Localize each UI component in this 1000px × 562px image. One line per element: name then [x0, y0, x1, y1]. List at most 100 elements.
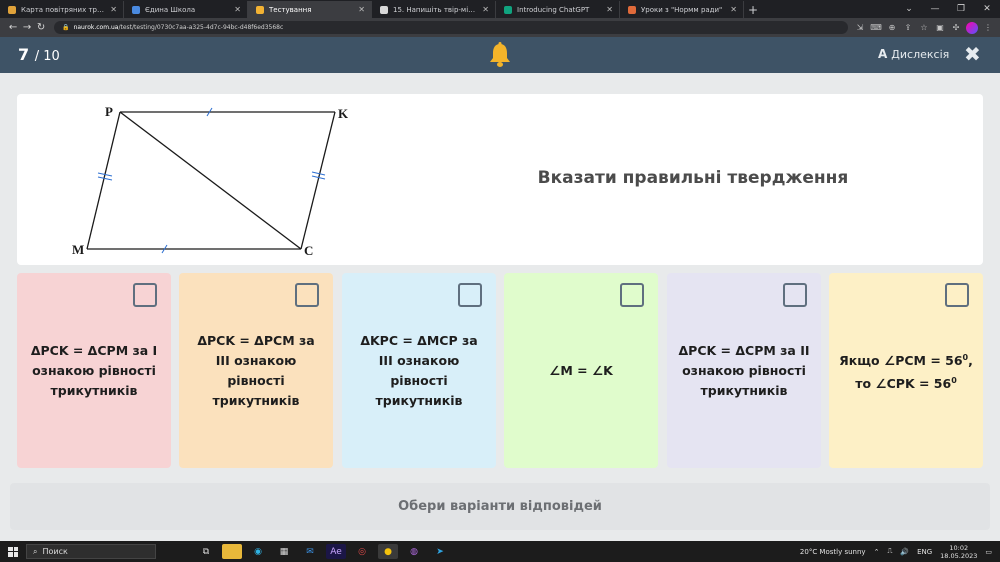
question-text: Вказати правильні твердження — [537, 168, 849, 188]
taskbar-apps: ⧉ ◉ ▦ ✉ Ae ◎ ● ◍ ➤ — [196, 544, 450, 559]
start-button[interactable] — [0, 546, 26, 557]
answer-option-4[interactable]: ∠M = ∠K — [504, 273, 658, 468]
store-icon[interactable]: ▦ — [274, 544, 294, 559]
install-icon[interactable]: ⇲ — [854, 22, 866, 34]
tab-lessons[interactable]: Уроки з "Нормм ради" ✕ — [620, 1, 744, 18]
answer-text: ∠M = ∠K — [549, 363, 613, 378]
task-view-icon[interactable]: ⧉ — [196, 544, 216, 559]
close-tab-icon[interactable]: ✕ — [234, 5, 241, 14]
minimize-icon[interactable]: — — [922, 0, 948, 18]
browser-tab-bar: Карта повітряних тривог Україн ✕ Єдина Ш… — [0, 0, 1000, 18]
date: 18.05.2023 — [940, 551, 978, 560]
chrome-icon[interactable]: ● — [378, 544, 398, 559]
new-tab-button[interactable]: + — [744, 1, 762, 18]
maximize-icon[interactable]: ❐ — [948, 0, 974, 18]
bell-icon[interactable] — [489, 42, 511, 68]
total-questions: / 10 — [34, 49, 60, 64]
close-tab-icon[interactable]: ✕ — [730, 5, 737, 14]
file-explorer-icon[interactable] — [222, 544, 242, 559]
tab-single-school[interactable]: Єдина Школа ✕ — [124, 1, 248, 18]
answer-option-5[interactable]: ΔPCK = ΔCPM за II ознакою рівності трику… — [667, 273, 821, 468]
tab-favicon — [504, 5, 512, 14]
translate-icon[interactable]: ⌨ — [870, 22, 882, 34]
tab-favicon — [8, 5, 16, 14]
tab-air-alerts[interactable]: Карта повітряних тривог Україн ✕ — [0, 1, 124, 18]
close-icon[interactable]: ✖ — [964, 42, 981, 66]
mail-icon[interactable]: ✉ — [300, 544, 320, 559]
reload-icon[interactable]: ↻ — [34, 22, 48, 33]
zoom-icon[interactable]: ⊕ — [886, 22, 898, 34]
answer-option-1[interactable]: ΔPCK = ΔCPM за I ознакою рівності трикут… — [17, 273, 171, 468]
close-tab-icon[interactable]: ✕ — [482, 5, 489, 14]
tab-chatgpt[interactable]: Introducing ChatGPT ✕ — [496, 1, 620, 18]
close-window-icon[interactable]: ✕ — [974, 0, 1000, 18]
answer-text: ΔPCK = ΔCPM за I ознакою рівності трикут… — [30, 343, 158, 398]
dyslexia-toggle[interactable]: A Дислексія — [878, 47, 949, 61]
lock-icon: 🔒 — [62, 24, 70, 31]
answer-checkbox[interactable] — [620, 283, 644, 307]
telegram-icon[interactable]: ➤ — [430, 544, 450, 559]
tab-title: Єдина Школа — [145, 5, 196, 14]
tab-search-icon[interactable]: ⌄ — [896, 0, 922, 18]
question-card: P K M C Вказати правильні твердження — [17, 94, 983, 265]
answer-option-3[interactable]: ΔKPC = ΔMCP за III ознакою рівності трик… — [342, 273, 496, 468]
sidebar-icon[interactable]: ▣ — [934, 22, 946, 34]
menu-icon[interactable]: ⋮ — [982, 22, 994, 34]
tab-essay[interactable]: 15. Напишіть твір-мініатюру на ✕ — [372, 1, 496, 18]
share-icon[interactable]: ⇪ — [902, 22, 914, 34]
volume-icon[interactable]: 🔊 — [900, 548, 909, 556]
tab-testing[interactable]: Тестування ✕ — [248, 1, 372, 18]
weather-widget[interactable]: 20°C Mostly sunny — [800, 548, 866, 556]
tab-title: Карта повітряних тривог Україн — [21, 5, 106, 14]
quiz-stage: P K M C Вказати правильні твердження ΔPC… — [0, 73, 1000, 541]
current-question: 7 — [18, 45, 30, 64]
url-field[interactable]: 🔒 naurok.com.ua/test/testing/0730c7aa-a3… — [54, 21, 848, 34]
tab-title: 15. Напишіть твір-мініатюру на — [393, 5, 479, 14]
bookmark-icon[interactable]: ☆ — [918, 22, 930, 34]
dyslexia-icon: A — [878, 47, 888, 61]
address-bar-row: ← → ↻ 🔒 naurok.com.ua/test/testing/0730c… — [0, 18, 1000, 37]
time: 10:02 — [949, 543, 969, 552]
tab-favicon — [628, 5, 636, 14]
tray-chevron-icon[interactable]: ⌃ — [874, 548, 880, 556]
answer-checkbox[interactable] — [458, 283, 482, 307]
answer-checkbox[interactable] — [133, 283, 157, 307]
extensions-icon[interactable]: ✣ — [950, 22, 962, 34]
tab-favicon — [380, 5, 388, 14]
answer-option-6[interactable]: Якщо ∠PCM = 560, то ∠CPK = 560 — [829, 273, 983, 468]
messenger-icon[interactable]: ◍ — [404, 544, 424, 559]
close-tab-icon[interactable]: ✕ — [110, 5, 117, 14]
answer-checkbox[interactable] — [783, 283, 807, 307]
back-icon[interactable]: ← — [6, 22, 20, 33]
after-effects-icon[interactable]: Ae — [326, 544, 346, 559]
close-tab-icon[interactable]: ✕ — [358, 5, 365, 14]
tab-title: Тестування — [269, 5, 312, 14]
language-indicator[interactable]: ENG — [917, 548, 932, 556]
profile-avatar[interactable] — [965, 21, 978, 34]
toolbar-icons: ⇲ ⌨ ⊕ ⇪ ☆ ▣ ✣ ⋮ — [854, 21, 994, 34]
answer-option-2[interactable]: ΔPCK = ΔPCM за III ознакою рівності трик… — [179, 273, 333, 468]
notifications-icon[interactable]: ▭ — [985, 548, 992, 556]
windows-logo-icon — [8, 546, 18, 557]
answer-checkbox[interactable] — [295, 283, 319, 307]
answer-checkbox[interactable] — [945, 283, 969, 307]
choose-answers-hint: Обери варіанти відповідей — [10, 483, 990, 530]
windows-taskbar: ⌕ Поиск ⧉ ◉ ▦ ✉ Ae ◎ ● ◍ ➤ 20°C Mostly s… — [0, 541, 1000, 562]
url-host: naurok.com.ua — [73, 24, 119, 31]
close-tab-icon[interactable]: ✕ — [606, 5, 613, 14]
forward-icon[interactable]: → — [20, 22, 34, 33]
clock[interactable]: 10:02 18.05.2023 — [940, 544, 977, 560]
screen-recorder-icon[interactable]: ◎ — [352, 544, 372, 559]
taskbar-search[interactable]: ⌕ Поиск — [26, 544, 156, 559]
search-icon: ⌕ — [33, 546, 38, 556]
quiz-header: 7 / 10 A Дислексія ✖ — [0, 37, 1000, 73]
network-icon[interactable]: ⎍ — [887, 547, 892, 556]
edge-icon[interactable]: ◉ — [248, 544, 268, 559]
vertex-label-k: K — [338, 106, 349, 121]
parallelogram-figure: P K M C — [72, 104, 349, 258]
answer-options: ΔPCK = ΔCPM за I ознакою рівності трикут… — [17, 273, 983, 468]
answer-text: ΔKPC = ΔMCP за III ознакою рівності трик… — [360, 333, 478, 408]
window-controls: ⌄ — ❐ ✕ — [896, 0, 1000, 18]
dyslexia-label: Дислексія — [891, 47, 950, 61]
tab-title: Introducing ChatGPT — [517, 5, 590, 14]
